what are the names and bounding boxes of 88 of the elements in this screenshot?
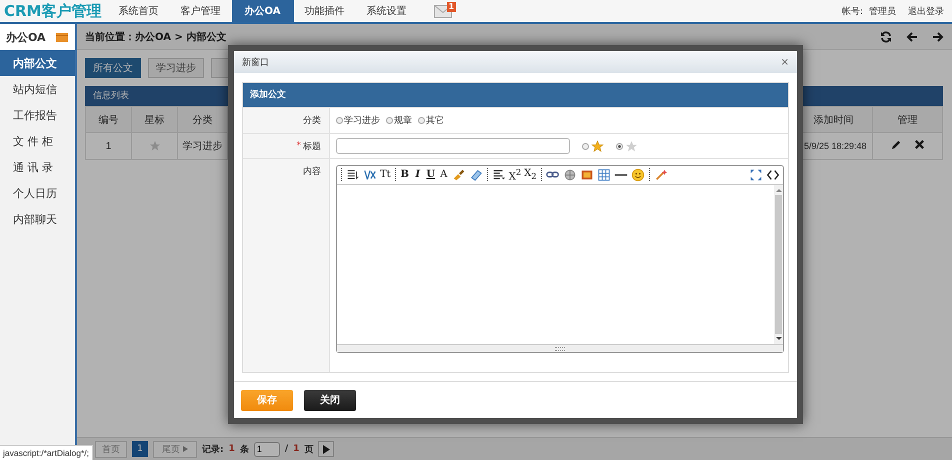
unread-badge: 1	[446, 2, 456, 12]
pages-unit: 页	[304, 444, 314, 456]
breadcrumb: 当前位置：办公OA > 内部公文	[85, 30, 226, 44]
align-icon[interactable]	[492, 168, 506, 182]
nav-tab[interactable]: 系统首页	[108, 0, 170, 22]
column-header: 编号	[86, 106, 132, 132]
caret-icon	[183, 446, 188, 452]
font-icon[interactable]	[363, 168, 377, 182]
column-header: 分类	[178, 106, 228, 132]
app-logo: CRM客户管理	[3, 1, 102, 22]
nav-tab[interactable]: 客户管理	[170, 0, 232, 22]
format-button[interactable]: Tt	[380, 168, 391, 181]
title-field[interactable]	[336, 138, 570, 154]
total-pages: 1	[293, 444, 300, 454]
wand-icon[interactable]	[654, 168, 668, 182]
format-button[interactable]: I	[412, 168, 423, 181]
account-label: 帐号:	[842, 6, 863, 18]
nav-tab[interactable]: 办公OA	[232, 0, 294, 22]
paragraph-icon[interactable]	[346, 168, 360, 182]
table-cell: 5/9/25 18:29:48	[804, 141, 867, 151]
dialog-title: 新窗口	[242, 56, 269, 68]
code-icon[interactable]	[766, 168, 780, 182]
smiley-icon[interactable]	[630, 168, 645, 182]
page-button[interactable]: 1	[132, 441, 148, 457]
filter-tab[interactable]: 所有公文	[85, 58, 141, 78]
close-button[interactable]: ×	[780, 56, 789, 68]
radio-label: 规章	[394, 114, 412, 127]
fullscreen-icon[interactable]	[749, 168, 763, 182]
records-label: 记录:	[202, 444, 224, 456]
scroll-down-icon[interactable]	[774, 336, 782, 342]
filter-tab[interactable]: 学习进步	[148, 58, 204, 78]
sidebar-item[interactable]: 内部公文	[0, 50, 75, 76]
sidebar-item[interactable]: 个人日历	[0, 180, 75, 206]
eraser-icon[interactable]	[468, 168, 483, 182]
resize-handle[interactable]	[555, 346, 565, 350]
go-button[interactable]	[318, 441, 334, 457]
field-label: 分类	[303, 114, 321, 127]
column-header: 星标	[132, 106, 178, 132]
close-dialog-button[interactable]: 关闭	[304, 390, 356, 410]
refresh-icon[interactable]	[880, 30, 892, 42]
radio-button[interactable]	[418, 117, 425, 124]
radio-button[interactable]	[582, 142, 589, 150]
status-tooltip: javascript:/*artDialog*/;	[0, 445, 93, 460]
format-button[interactable]: X$_{2}$	[524, 168, 537, 182]
format-button[interactable]: B	[400, 168, 410, 181]
sidebar-item[interactable]: 工作报告	[0, 102, 75, 128]
scrollbar[interactable]	[774, 185, 783, 344]
radio-button[interactable]	[616, 142, 623, 150]
image-icon[interactable]	[580, 168, 594, 182]
globe-icon[interactable]	[562, 168, 577, 182]
radio-button[interactable]	[336, 117, 343, 124]
records-unit: 条	[240, 444, 249, 456]
nav-tab[interactable]: 系统设置	[356, 0, 418, 22]
format-button[interactable]: A	[438, 168, 449, 181]
logout-link[interactable]: 退出登录	[908, 4, 944, 18]
back-arrow-icon[interactable]	[906, 30, 918, 42]
format-button[interactable]: X$^{2}$	[508, 166, 522, 184]
star-icon[interactable]	[148, 140, 160, 152]
rich-text-editor[interactable]: Tt B I U A X$^{2}$ X$_{2}$	[336, 165, 784, 353]
sidebar-item[interactable]: 站内短信	[0, 76, 75, 102]
sidebar-item[interactable]: 文 件 柜	[0, 128, 75, 154]
radio-label: 其它	[426, 114, 444, 127]
sidebar-item[interactable]: 通 讯 录	[0, 154, 75, 180]
forward-arrow-icon[interactable]	[932, 30, 944, 42]
table-cell: 1	[106, 140, 112, 152]
edit-icon[interactable]	[890, 139, 902, 150]
column-header: 管理	[872, 106, 942, 132]
table-cell: 学习进步	[182, 141, 222, 152]
page-separator: /	[284, 444, 288, 454]
radio-button[interactable]	[386, 117, 393, 124]
delete-icon[interactable]	[914, 139, 924, 150]
panel-header: 添加公文	[243, 83, 788, 107]
records-count: 1	[228, 444, 235, 454]
sidebar-title: 办公OA	[6, 30, 46, 44]
field-label: 内容	[303, 166, 321, 178]
page-input[interactable]: 1	[254, 442, 280, 456]
table-icon[interactable]	[596, 168, 611, 182]
play-icon	[322, 444, 330, 454]
user-link[interactable]: 管理员	[869, 4, 896, 18]
brush-icon[interactable]	[452, 168, 466, 182]
radio-label: 学习进步	[344, 114, 380, 127]
sidebar-item[interactable]: 内部聊天	[0, 206, 75, 232]
folder-icon	[56, 32, 68, 42]
format-button[interactable]: U	[426, 168, 436, 181]
required-mark: *	[296, 141, 301, 151]
nav-tab[interactable]: 功能插件	[294, 0, 356, 22]
field-label: 标题	[303, 140, 321, 152]
scroll-up-icon[interactable]	[774, 187, 782, 193]
